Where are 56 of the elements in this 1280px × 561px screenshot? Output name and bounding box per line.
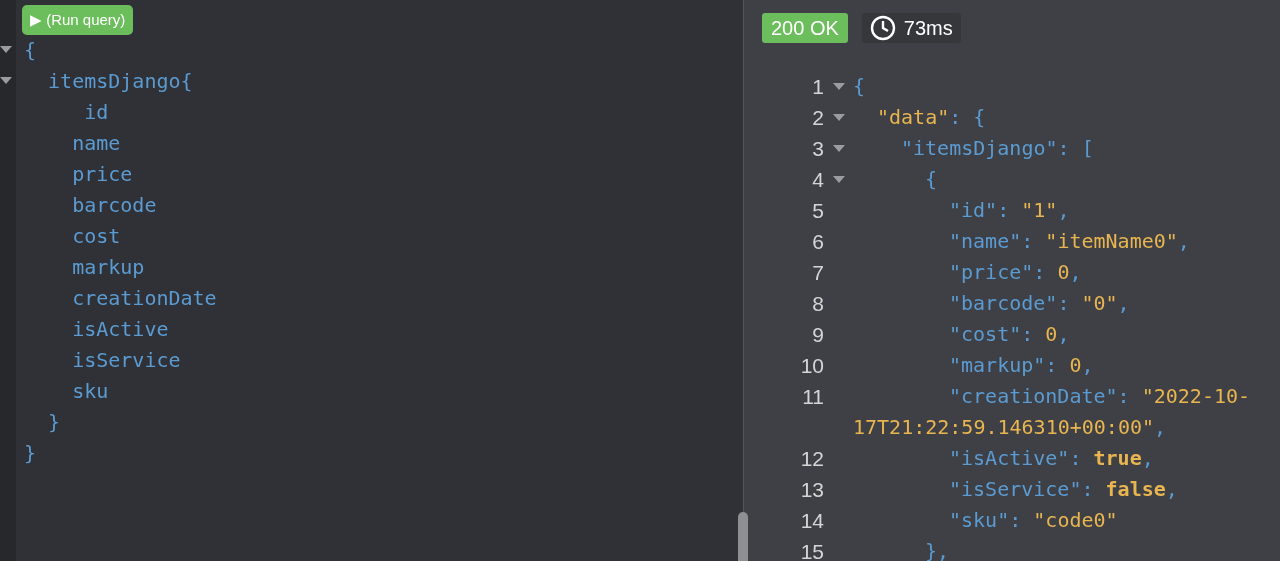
line-number: 3	[812, 137, 824, 160]
code-line: "name": "itemName0",	[949, 228, 1190, 255]
clock-icon	[869, 15, 896, 41]
query-line: isActive	[71, 317, 169, 341]
line-number: 8	[812, 292, 824, 315]
code-line: },	[925, 538, 950, 561]
line-number: 2	[812, 106, 824, 129]
query-line: cost	[71, 224, 121, 248]
line-number: 9	[812, 323, 824, 346]
query-line: isService	[71, 348, 181, 372]
fold-arrow-icon[interactable]	[0, 45, 12, 54]
fold-arrow-icon[interactable]	[832, 175, 845, 184]
code-line: "data": {	[877, 104, 986, 131]
query-line: price	[71, 162, 133, 186]
line-number: 12	[800, 447, 824, 470]
line-number: 14	[800, 509, 824, 532]
query-line: }	[24, 441, 37, 465]
query-line: id	[83, 100, 109, 124]
line-number: 1	[812, 75, 824, 98]
line-number: 10	[800, 354, 824, 377]
query-line: name	[71, 131, 121, 155]
query-line: {	[24, 38, 37, 62]
fold-arrow-icon[interactable]	[832, 113, 845, 122]
run-query-button[interactable]: ▶ (Run query)	[22, 5, 134, 35]
fold-arrow-icon[interactable]	[832, 144, 845, 153]
line-number: 4	[812, 168, 824, 191]
status-badge: 200 OK	[762, 13, 848, 43]
query-line: markup	[71, 255, 145, 279]
code-line: "cost": 0,	[949, 321, 1070, 348]
query-line: creationDate	[71, 286, 217, 310]
code-line: "creationDate": "2022-10-	[949, 383, 1251, 410]
code-line: "isService": false,	[949, 476, 1178, 503]
query-line: }	[47, 410, 61, 434]
code-line: "isActive": true,	[949, 445, 1154, 472]
query-line: barcode	[71, 193, 157, 217]
line-number: 5	[812, 199, 824, 222]
code-line: {	[925, 166, 938, 193]
fold-arrow-icon[interactable]	[832, 82, 845, 91]
code-line: "markup": 0,	[949, 352, 1094, 379]
scrollbar-thumb[interactable]	[738, 512, 748, 561]
query-line: sku	[71, 379, 109, 403]
code-line: "itemsDjango": [	[901, 135, 1094, 162]
code-line: "barcode": "0",	[949, 290, 1130, 317]
line-number: 15	[800, 540, 824, 561]
code-line: "price": 0,	[949, 259, 1082, 286]
response-time-text: 73ms	[903, 16, 953, 40]
line-number: 7	[812, 261, 824, 284]
code-line: {	[853, 73, 866, 100]
line-number: 6	[812, 230, 824, 253]
code-line: "id": "1",	[949, 197, 1070, 224]
code-line: 17T21:22:59.146310+00:00",	[853, 414, 1167, 441]
line-number: 11	[802, 385, 824, 408]
line-number: 13	[800, 478, 824, 501]
fold-arrow-icon[interactable]	[0, 76, 12, 85]
code-line: "sku": "code0"	[949, 507, 1118, 534]
query-line: itemsDjango{	[47, 69, 193, 93]
